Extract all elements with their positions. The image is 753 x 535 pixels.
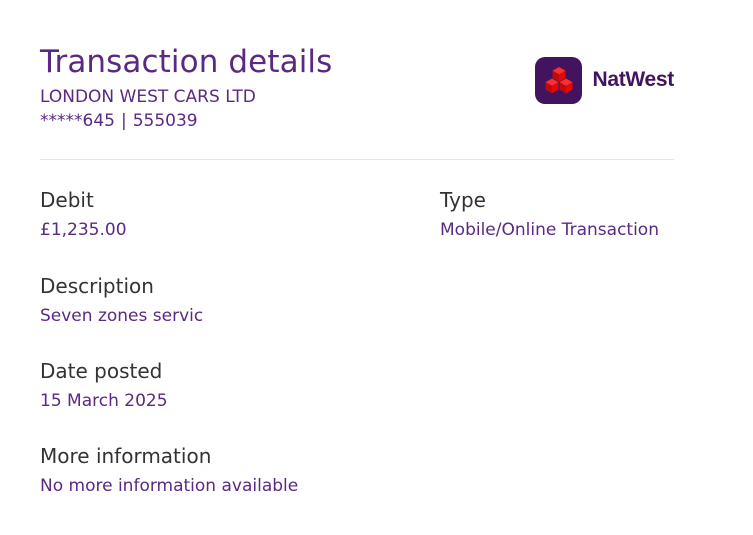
header-divider bbox=[40, 159, 674, 160]
natwest-logo-icon bbox=[535, 56, 583, 104]
natwest-cubes-icon bbox=[545, 67, 573, 94]
debit-field: Debit £1,235.00 bbox=[40, 186, 127, 241]
payee-name: LONDON WEST CARS LTD bbox=[40, 87, 256, 107]
transaction-header: Transaction details LONDON WEST CARS LTD… bbox=[40, 40, 674, 160]
type-label: Type bbox=[440, 188, 486, 212]
description-label: Description bbox=[40, 274, 154, 298]
date-posted-field: Date posted 15 March 2025 bbox=[40, 357, 168, 412]
more-information-value: No more information available bbox=[40, 476, 299, 496]
date-posted-label: Date posted bbox=[40, 359, 163, 383]
debit-label: Debit bbox=[40, 188, 94, 212]
date-posted-value: 15 March 2025 bbox=[40, 391, 168, 411]
description-field: Description Seven zones servic bbox=[40, 272, 203, 327]
more-information-label: More information bbox=[40, 444, 212, 468]
account-number: *****645 bbox=[40, 111, 115, 131]
type-field: Type Mobile/Online Transaction bbox=[440, 186, 659, 241]
account-info: *****645 | 555039 bbox=[40, 111, 198, 131]
sort-code: 555039 bbox=[132, 111, 198, 131]
more-information-field: More information No more information ava… bbox=[40, 442, 298, 497]
account-separator: | bbox=[120, 111, 127, 131]
page-title: Transaction details bbox=[40, 44, 333, 80]
debit-value: £1,235.00 bbox=[40, 220, 127, 240]
brand-name: NatWest bbox=[592, 68, 674, 91]
description-value: Seven zones servic bbox=[40, 306, 204, 326]
brand-logo-block: NatWest bbox=[535, 56, 674, 104]
type-value: Mobile/Online Transaction bbox=[440, 220, 659, 240]
